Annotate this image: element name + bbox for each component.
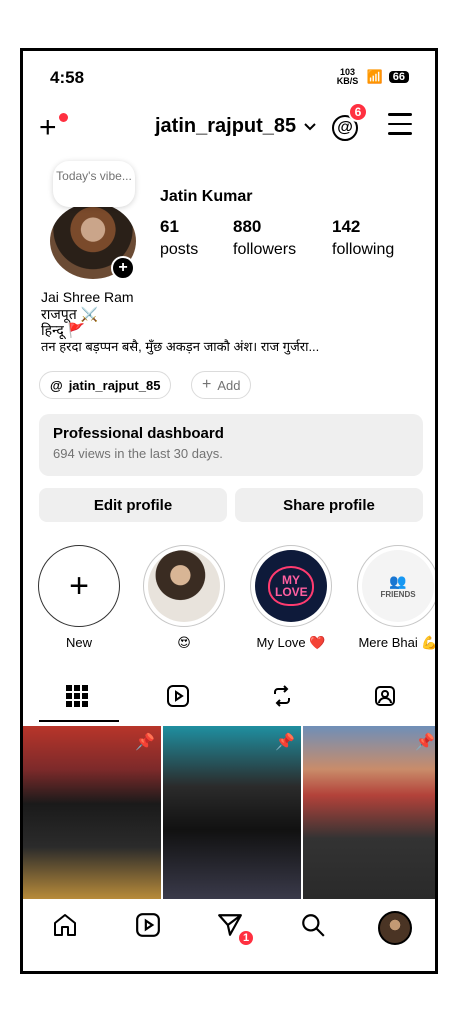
following-stat[interactable]: 142 following xyxy=(332,217,394,259)
plus-icon: + xyxy=(38,545,120,627)
highlight-label: My Love ❤️ xyxy=(256,635,326,650)
pin-icon: 📌 xyxy=(275,734,295,751)
posts-label: posts xyxy=(160,241,199,258)
following-label: following xyxy=(332,241,395,258)
highlight-item[interactable]: MY LOVE My Love ❤️ xyxy=(247,545,335,651)
following-count: 142 xyxy=(332,217,361,236)
header-username: jatin_rajput_85 xyxy=(155,115,297,137)
highlight-label: Mere Bhai 💪 xyxy=(358,635,438,650)
grid-icon[interactable] xyxy=(63,683,91,709)
messages-badge: 1 xyxy=(237,929,255,947)
reposts-icon[interactable] xyxy=(268,683,296,709)
menu-icon[interactable] xyxy=(388,113,412,142)
bio-line: तन हरदा बड़प्पन बसै, मुँछ अकड़न जाकौ अंश… xyxy=(41,338,320,354)
full-name: Jatin Kumar xyxy=(160,188,253,205)
battery-icon: 66 xyxy=(388,71,409,83)
chevron-down-icon xyxy=(304,122,316,130)
professional-dashboard[interactable]: Professional dashboard 694 views in the … xyxy=(39,414,423,476)
bio-line: राजपूत ⚔️ xyxy=(41,305,98,322)
followers-label: followers xyxy=(233,241,297,258)
home-icon[interactable] xyxy=(51,911,79,939)
bio: Jai Shree Ram राजपूत ⚔️ हिन्दू 🚩 तन हरदा… xyxy=(41,289,319,355)
profile-nav-avatar[interactable] xyxy=(378,911,412,945)
status-icons: 103 KB/S 📶 66 xyxy=(335,68,409,86)
reels-nav-icon[interactable] xyxy=(134,911,162,939)
create-notification-dot xyxy=(59,113,68,122)
add-link-chip[interactable]: + Add xyxy=(191,371,252,399)
highlight-item[interactable]: 👥 FRIENDS Mere Bhai 💪 xyxy=(354,545,438,651)
add-chip-label: Add xyxy=(217,377,241,393)
pin-icon: 📌 xyxy=(415,734,435,751)
status-time: 4:58 xyxy=(50,68,85,87)
followers-count: 880 xyxy=(233,217,262,236)
grid-post[interactable]: 📌 xyxy=(303,726,435,899)
share-profile-button[interactable]: Share profile xyxy=(235,488,423,522)
edit-profile-button[interactable]: Edit profile xyxy=(39,488,227,522)
friends-text: FRIENDS xyxy=(380,590,416,599)
grid-post[interactable]: 📌 xyxy=(163,726,301,899)
dashboard-subtitle: 694 views in the last 30 days. xyxy=(53,446,223,461)
highlight-cover: MY LOVE xyxy=(255,550,327,622)
note-bubble[interactable]: Today's vibe... xyxy=(53,161,135,207)
highlight-label: 😍 xyxy=(177,635,191,650)
friends-figures-icon: 👥 xyxy=(389,573,407,589)
bio-line: हिन्दू 🚩 xyxy=(41,322,86,338)
network-speed: 103 KB/S xyxy=(336,67,359,86)
active-tab-indicator xyxy=(39,720,119,722)
pin-icon: 📌 xyxy=(135,734,155,751)
highlight-label: New xyxy=(65,635,92,650)
add-story-icon[interactable]: + xyxy=(111,256,135,280)
heart-neon-text: MY LOVE xyxy=(268,566,314,606)
highlight-new[interactable]: + New xyxy=(35,545,123,650)
threads-profile-chip[interactable]: @ jatin_rajput_85 xyxy=(39,371,172,399)
posts-stat[interactable]: 61 posts xyxy=(160,217,198,259)
highlight-cover xyxy=(148,550,220,622)
plus-icon: + xyxy=(202,376,212,393)
posts-count: 61 xyxy=(160,217,179,236)
wifi-icon: 📶 xyxy=(366,69,383,84)
bio-line: Jai Shree Ram xyxy=(41,289,134,305)
followers-stat[interactable]: 880 followers xyxy=(233,217,296,259)
dashboard-title: Professional dashboard xyxy=(53,425,224,442)
grid-post[interactable]: 📌 xyxy=(23,726,161,899)
threads-small-icon: @ xyxy=(50,377,63,393)
account-switcher[interactable]: jatin_rajput_85 xyxy=(155,115,316,138)
create-icon[interactable]: + xyxy=(39,111,57,145)
search-icon[interactable] xyxy=(299,911,327,939)
tagged-icon[interactable] xyxy=(371,683,399,709)
reels-icon[interactable] xyxy=(164,683,192,709)
threads-badge: 6 xyxy=(348,102,368,122)
highlight-cover: 👥 FRIENDS xyxy=(362,550,434,622)
highlight-item[interactable]: 😍 xyxy=(140,545,228,651)
phone-frame: 4:58 103 KB/S 📶 66 + jatin_rajput_85 @ 6… xyxy=(20,48,438,974)
threads-chip-label: jatin_rajput_85 xyxy=(68,377,161,393)
